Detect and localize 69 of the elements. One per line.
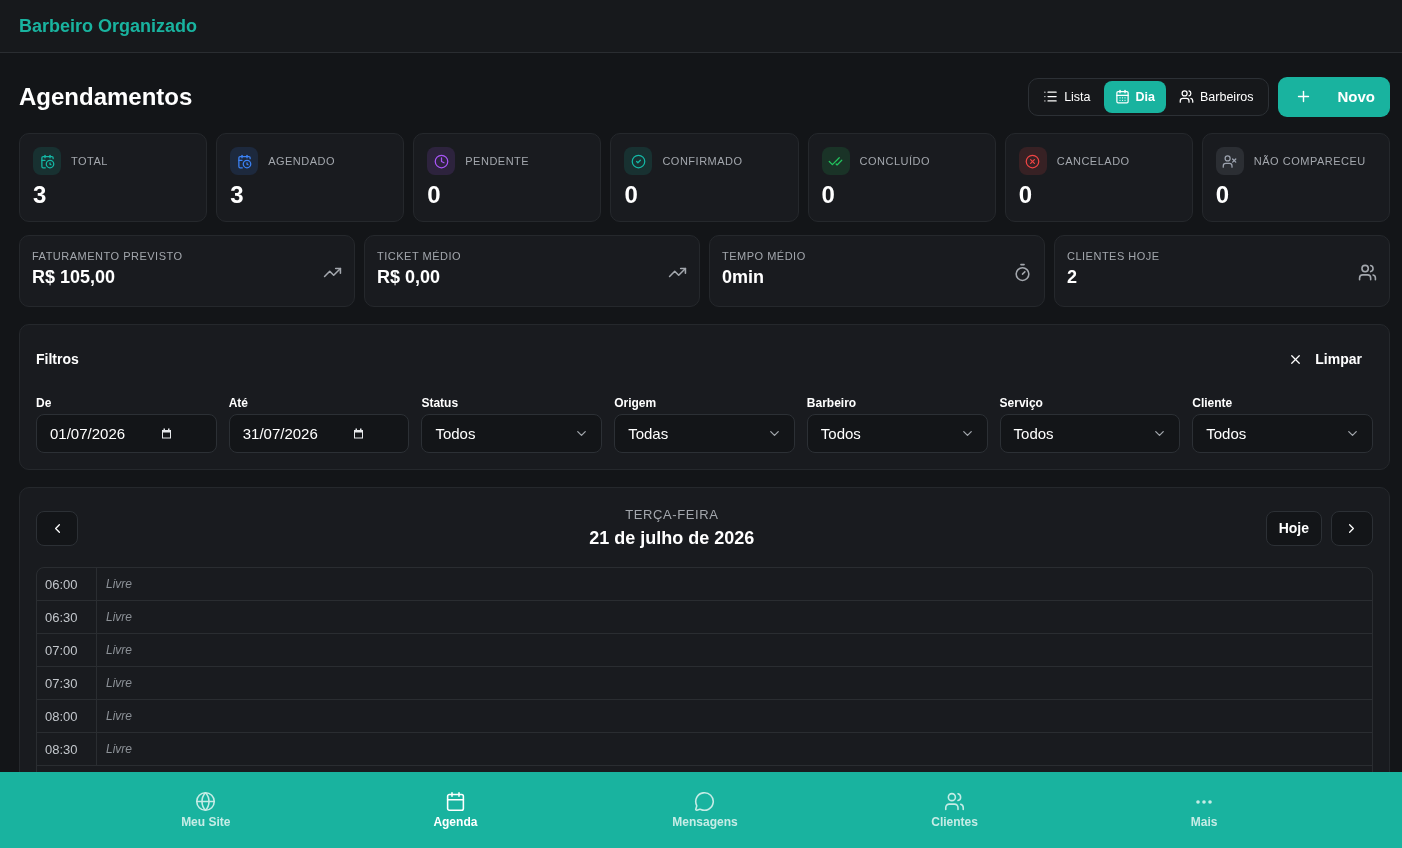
- globe-icon: [195, 791, 217, 812]
- metric-value: R$ 105,00: [32, 267, 117, 288]
- stat-label: PENDENTE: [465, 155, 530, 167]
- calendar-icon: [1114, 89, 1130, 104]
- date-field[interactable]: 31/07/2026: [228, 414, 410, 453]
- time-label: 06:30: [45, 609, 78, 625]
- time-label: 07:00: [45, 642, 78, 658]
- select-field[interactable]: Todas: [614, 414, 795, 453]
- field-label: De: [36, 396, 52, 410]
- select-field[interactable]: Todos: [806, 414, 988, 453]
- slot-status: Livre: [106, 742, 132, 756]
- select-field[interactable]: Todos: [1192, 414, 1373, 453]
- page-title: Agendamentos: [19, 82, 193, 111]
- date-heading: 21 de julho de 2026: [589, 528, 755, 549]
- metric-label: TEMPO MÉDIO: [722, 250, 806, 262]
- users-icon: [1179, 89, 1194, 104]
- stat-label: CANCELADO: [1056, 155, 1130, 167]
- stat-label: CONCLUÍDO: [859, 155, 931, 167]
- stat-value: 0: [1215, 181, 1230, 209]
- slot-status: Livre: [106, 577, 132, 591]
- users-icon: [944, 791, 966, 812]
- field-label: Serviço: [999, 396, 1043, 410]
- view-tab[interactable]: Lista: [1032, 80, 1102, 113]
- stat-label: NÃO COMPARECEU: [1253, 155, 1366, 167]
- weekday-label: TERÇA-FEIRA: [625, 507, 719, 522]
- metric-label: FATURAMENTO PREVISTO: [32, 250, 183, 262]
- slot-status: Livre: [106, 643, 132, 657]
- more-icon: [1196, 799, 1213, 804]
- metric-value: 2: [1067, 267, 1078, 288]
- stat-value: 0: [821, 181, 835, 209]
- stat-label: CONFIRMADO: [662, 155, 743, 167]
- stat-value: 0: [427, 181, 441, 209]
- select-field[interactable]: Todos: [999, 414, 1181, 453]
- metric-label: CLIENTES HOJE: [1067, 250, 1160, 262]
- date-field[interactable]: 01/07/2026: [36, 414, 217, 453]
- slot-status: Livre: [106, 709, 132, 723]
- chat-bubble-icon: [694, 791, 716, 812]
- stat-value: 3: [33, 181, 47, 209]
- time-label: 07:30: [45, 675, 78, 691]
- calendar-icon[interactable]: [160, 428, 172, 439]
- users-icon: [1358, 262, 1377, 282]
- panel-title: Filtros: [36, 351, 79, 367]
- slot-status: Livre: [106, 676, 132, 690]
- view-tab[interactable]: Barbeiros: [1168, 80, 1265, 113]
- stat-label: AGENDADO: [268, 155, 336, 167]
- stat-value: 0: [624, 181, 638, 209]
- field-label: Status: [421, 396, 459, 410]
- metric-label: TICKET MÉDIO: [377, 250, 462, 262]
- today-button[interactable]: Hoje: [1265, 510, 1322, 546]
- stat-value: 0: [1018, 181, 1033, 209]
- calendar-icon[interactable]: [353, 428, 365, 439]
- metric-value: 0min: [722, 267, 765, 288]
- field-label: Até: [228, 396, 249, 410]
- select-field[interactable]: Todos: [421, 414, 603, 453]
- time-label: 08:30: [45, 741, 78, 757]
- clear-button[interactable]: Limpar: [1288, 343, 1373, 375]
- list-icon: [1043, 89, 1059, 104]
- field-label: Cliente: [1192, 396, 1233, 410]
- field-label: Origem: [614, 396, 657, 410]
- time-label: 08:00: [45, 708, 78, 724]
- field-label: Barbeiro: [806, 396, 857, 410]
- slot-status: Livre: [106, 610, 132, 624]
- metric-value: R$ 0,00: [377, 267, 442, 288]
- stopwatch-icon: [1013, 262, 1032, 282]
- stat-label: TOTAL: [71, 155, 108, 167]
- stat-value: 3: [230, 181, 244, 209]
- calendar-icon: [444, 791, 466, 812]
- time-label: 06:00: [45, 576, 78, 592]
- app-title: Barbeiro Organizado: [19, 15, 198, 37]
